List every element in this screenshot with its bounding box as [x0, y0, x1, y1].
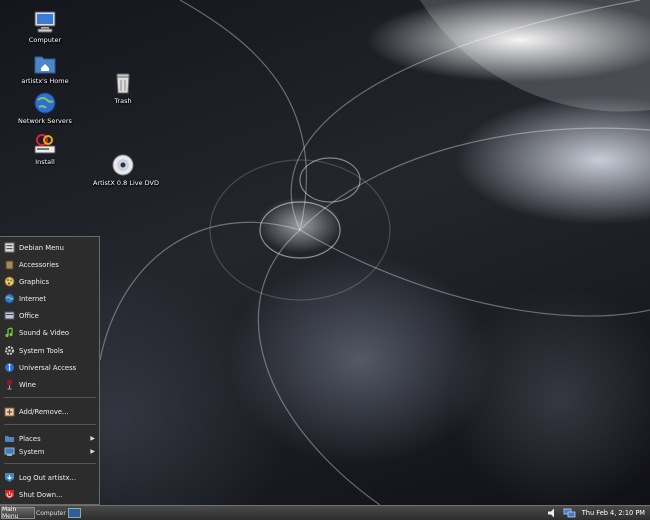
- desktop[interactable]: Computer artistx's Home Network Servers …: [0, 0, 650, 505]
- menu-item-internet[interactable]: Internet: [0, 291, 99, 306]
- home-folder-icon: [34, 56, 56, 74]
- menu-item-graphics[interactable]: Graphics: [0, 274, 99, 289]
- install-icon: [34, 134, 56, 154]
- menu-item-label: Log Out artistx...: [19, 473, 77, 482]
- menu-separator: [4, 463, 96, 464]
- menu-item-system-tools[interactable]: System Tools: [0, 343, 99, 358]
- menu-item-label: Internet: [19, 294, 46, 303]
- volume-icon[interactable]: [547, 508, 559, 518]
- menu-separator: [4, 424, 96, 425]
- debian-menu-icon: [4, 242, 15, 253]
- menu-item-shutdown[interactable]: Shut Down...: [0, 487, 99, 502]
- logout-icon: [5, 473, 14, 482]
- menu-item-label: Add/Remove...: [19, 407, 69, 416]
- dvd-icon: [112, 154, 134, 176]
- task-label: Computer: [36, 509, 66, 517]
- graphics-icon: [4, 276, 15, 287]
- office-icon: [4, 311, 15, 320]
- trash-icon: [116, 73, 130, 94]
- menu-item-logout[interactable]: Log Out artistx...: [0, 470, 99, 485]
- menu-item-label: System Tools: [19, 346, 64, 355]
- show-desktop-button[interactable]: [68, 508, 81, 518]
- menu-item-add-remove[interactable]: Add/Remove...: [0, 404, 99, 419]
- menu-item-sound-video[interactable]: Sound & Video: [0, 325, 99, 340]
- menu-item-label: Accessories: [19, 260, 59, 269]
- desktop-icon-label: Trash: [114, 97, 132, 105]
- wine-icon: [7, 380, 12, 390]
- menu-item-label: Places: [19, 434, 41, 443]
- desktop-icon-label: artistx's Home: [21, 77, 69, 85]
- menu-separator: [4, 397, 96, 398]
- menu-item-label: System: [19, 447, 45, 456]
- desktop-icon-label: Install: [35, 158, 55, 166]
- desktop-icon-label: Network Servers: [18, 117, 72, 125]
- sound-video-icon: [5, 327, 13, 338]
- menu-item-wine[interactable]: Wine: [0, 377, 99, 392]
- desktop-icon-install[interactable]: Install: [15, 132, 75, 166]
- menu-item-label: Universal Access: [19, 363, 77, 372]
- main-menu-button[interactable]: Main Menu: [1, 506, 35, 520]
- menu-item-office[interactable]: Office: [0, 308, 99, 323]
- desktop-icon-computer[interactable]: Computer: [15, 10, 75, 44]
- menu-item-label: Shut Down...: [19, 490, 63, 499]
- network-globe-icon: [34, 92, 56, 114]
- menu-item-label: Graphics: [19, 277, 50, 286]
- internet-icon: [4, 293, 15, 304]
- desktop-icon-trash[interactable]: Trash: [93, 71, 153, 105]
- folder-icon: [5, 436, 14, 442]
- menu-item-label: Sound & Video: [19, 328, 70, 337]
- desktop-icon-label: Computer: [28, 36, 62, 44]
- clock[interactable]: Thu Feb 4, 2:10 PM: [582, 509, 645, 517]
- desktop-icon-dvd[interactable]: ArtistX 0.8 Live DVD: [93, 153, 160, 187]
- system-tools-icon: [5, 346, 14, 355]
- accessories-icon: [5, 260, 14, 270]
- menu-item-system[interactable]: System ▶: [0, 444, 99, 459]
- main-menu-popup: Debian Menu Accessories Graphics Interne…: [0, 236, 100, 505]
- desktop-icon-home[interactable]: artistx's Home: [15, 51, 75, 85]
- submenu-arrow-icon: ▶: [90, 435, 95, 442]
- menu-item-label: Debian Menu: [19, 243, 64, 252]
- taskbar-task-computer[interactable]: Computer: [36, 507, 66, 519]
- power-icon: [5, 490, 14, 499]
- system-icon: [4, 447, 15, 456]
- network-status-icon[interactable]: [563, 508, 576, 519]
- add-remove-icon: [4, 407, 15, 417]
- menu-item-label: Wine: [19, 380, 36, 389]
- system-tray: Thu Feb 4, 2:10 PM: [547, 506, 650, 520]
- desktop-icon-label: ArtistX 0.8 Live DVD: [93, 179, 160, 187]
- universal-access-icon: [5, 363, 14, 372]
- menu-item-universal-access[interactable]: Universal Access: [0, 360, 99, 375]
- taskbar: Main Menu Computer Thu Feb 4, 2:10 PM: [0, 505, 650, 520]
- submenu-arrow-icon: ▶: [90, 448, 95, 455]
- desktop-icon-network[interactable]: Network Servers: [15, 91, 75, 125]
- menu-item-debian-menu[interactable]: Debian Menu: [0, 240, 99, 255]
- menu-item-accessories[interactable]: Accessories: [0, 257, 99, 272]
- main-menu-label: Main Menu: [2, 506, 19, 520]
- computer-icon: [34, 11, 56, 33]
- menu-item-label: Office: [19, 311, 39, 320]
